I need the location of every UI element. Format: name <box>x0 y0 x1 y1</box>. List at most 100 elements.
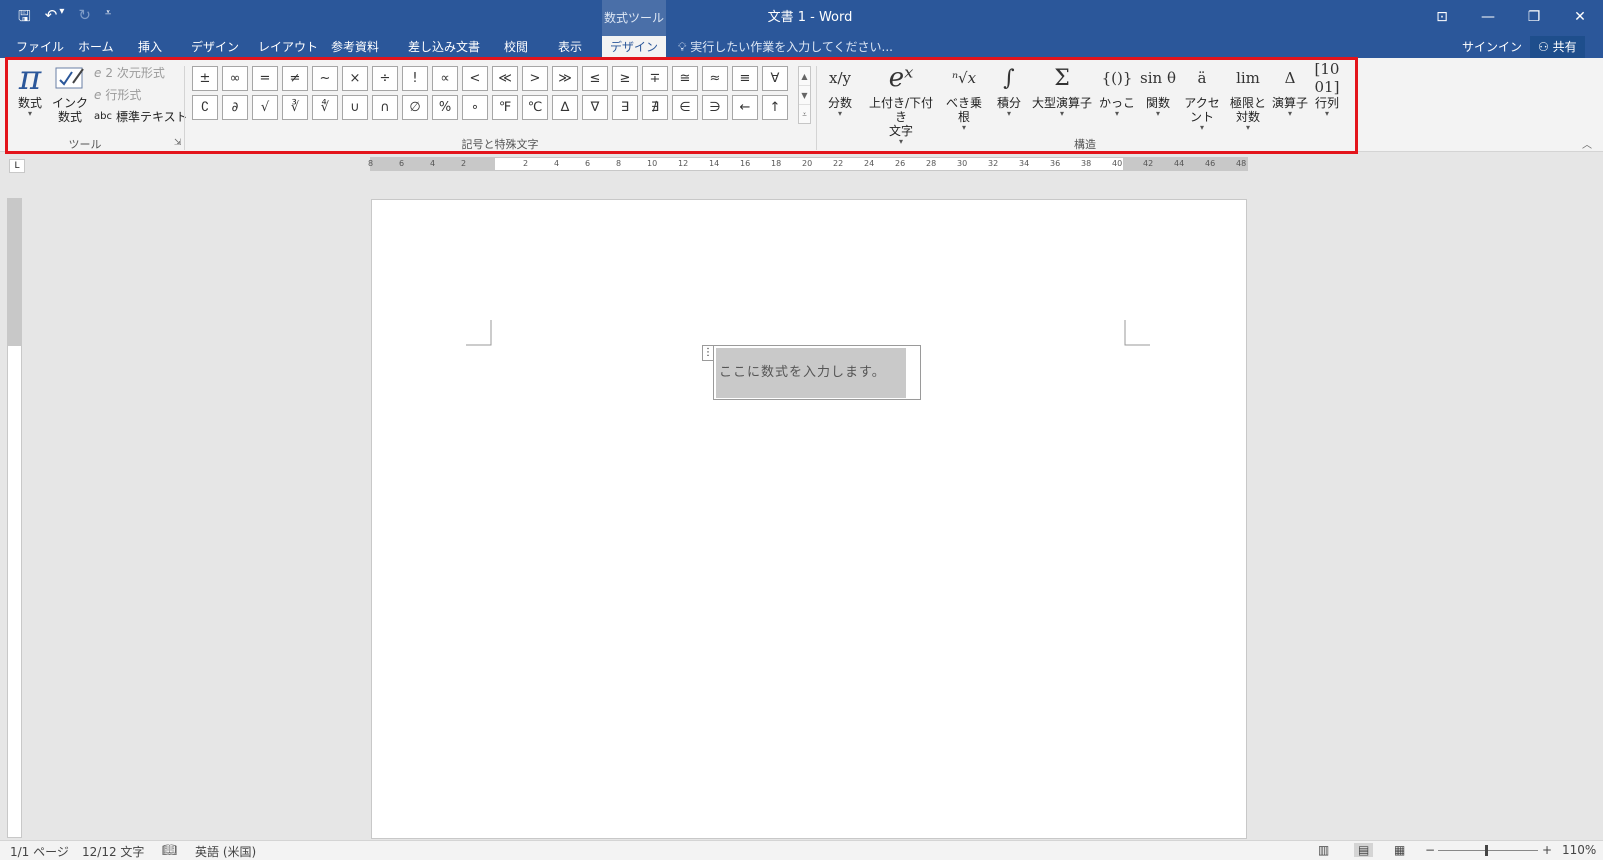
structure-button[interactable]: eˣ 上付き/下付き 文字 ▾ <box>863 60 939 146</box>
symbol-button[interactable]: ± <box>192 66 218 91</box>
gallery-up-icon[interactable]: ▲ <box>799 67 810 86</box>
zoom-level[interactable]: 110% <box>1562 843 1596 857</box>
symbol-button[interactable]: × <box>342 66 368 91</box>
equation-box[interactable]: ここに数式を入力します。 ▾ <box>713 345 921 400</box>
tab-review[interactable]: 校閲 <box>498 36 534 58</box>
symbol-button[interactable]: ∅ <box>402 95 428 120</box>
equation-placeholder[interactable]: ここに数式を入力します。 <box>716 348 906 398</box>
zoom-slider[interactable] <box>1438 850 1538 851</box>
undo-dropdown-icon[interactable]: ▾ <box>59 6 64 31</box>
vertical-ruler[interactable] <box>7 198 22 838</box>
structure-button[interactable]: Δ 演算子 ▾ <box>1272 60 1308 118</box>
symbol-button[interactable]: ∘ <box>462 95 488 120</box>
tab-selector[interactable]: L <box>9 159 25 173</box>
minimize-icon[interactable]: — <box>1465 0 1511 36</box>
professional-button[interactable]: e2 次元形式 <box>94 64 165 81</box>
structure-button[interactable]: {()} かっこ ▾ <box>1098 60 1136 118</box>
tell-me-search[interactable]: 💡︎ 実行したい作業を入力してください... <box>678 36 893 58</box>
symbol-button[interactable]: ! <box>402 66 428 91</box>
close-icon[interactable]: ✕ <box>1557 0 1603 36</box>
symbol-button[interactable]: ~ <box>312 66 338 91</box>
symbol-button[interactable]: ≠ <box>282 66 308 91</box>
restore-icon[interactable]: ❐ <box>1511 0 1557 36</box>
symbol-button[interactable]: ÷ <box>372 66 398 91</box>
symbol-button[interactable]: ∪ <box>342 95 368 120</box>
share-button[interactable]: ⚇ 共有 <box>1530 36 1585 58</box>
symbol-button[interactable]: % <box>432 95 458 120</box>
gallery-down-icon[interactable]: ▼ <box>799 86 810 105</box>
tab-design[interactable]: デザイン <box>185 36 245 58</box>
tab-view[interactable]: 表示 <box>552 36 588 58</box>
symbol-button[interactable]: ∛ <box>282 95 308 120</box>
symbol-button[interactable]: = <box>252 66 278 91</box>
signin-link[interactable]: サインイン <box>1462 36 1522 58</box>
symbol-button[interactable]: ↑ <box>762 95 788 120</box>
tab-file[interactable]: ファイル <box>10 36 70 58</box>
tab-references[interactable]: 参考資料 <box>325 36 385 58</box>
zoom-out-icon[interactable]: − <box>1425 843 1435 857</box>
tab-layout[interactable]: レイアウト <box>252 36 324 58</box>
word-count[interactable]: 12/12 文字 <box>82 843 144 860</box>
symbol-button[interactable]: ℉ <box>492 95 518 120</box>
structure-button[interactable]: ⁿ√x べき乗根 ▾ <box>941 60 987 132</box>
symbol-button[interactable]: ∄ <box>642 95 668 120</box>
symbol-button[interactable]: ∆ <box>552 95 578 120</box>
symbol-button[interactable]: ∞ <box>222 66 248 91</box>
equation-button[interactable]: π 数式 ▾ <box>12 58 48 118</box>
symbol-button[interactable]: ∜ <box>312 95 338 120</box>
redo-icon[interactable]: ↻ <box>78 6 91 31</box>
normal-text-button[interactable]: abc 標準テキスト <box>94 108 188 125</box>
customize-qat-icon[interactable]: ⩡ <box>105 6 111 31</box>
symbol-button[interactable]: ∁ <box>192 95 218 120</box>
symbol-button[interactable]: ∇ <box>582 95 608 120</box>
language[interactable]: 英語 (米国) <box>195 843 256 860</box>
structure-button[interactable]: sin θ 関数 ▾ <box>1140 60 1176 118</box>
symbol-button[interactable]: ← <box>732 95 758 120</box>
print-layout-icon[interactable]: ▤ <box>1354 843 1374 857</box>
symbol-button[interactable]: ℃ <box>522 95 548 120</box>
symbol-button[interactable]: √ <box>252 95 278 120</box>
tab-home[interactable]: ホーム <box>72 36 120 58</box>
symbol-button[interactable]: ∓ <box>642 66 668 91</box>
document-page[interactable] <box>371 199 1247 839</box>
symbol-button[interactable]: < <box>462 66 488 91</box>
ribbon-display-options-icon[interactable]: ⊡ <box>1419 0 1465 36</box>
web-layout-icon[interactable]: ▦ <box>1394 843 1405 857</box>
symbol-button[interactable]: ∝ <box>432 66 458 91</box>
dialog-launcher-icon[interactable]: ⇲ <box>174 138 182 148</box>
symbol-button[interactable]: ≥ <box>612 66 638 91</box>
page-count[interactable]: 1/1 ページ <box>10 843 69 860</box>
structure-button[interactable]: [10 01] 行列 ▾ <box>1312 60 1342 118</box>
linear-button[interactable]: e 行形式 <box>94 86 141 103</box>
symbol-button[interactable]: ∈ <box>672 95 698 120</box>
symbol-button[interactable]: ≪ <box>492 66 518 91</box>
symbol-button[interactable]: ∀ <box>762 66 788 91</box>
zoom-slider-thumb[interactable] <box>1485 845 1488 856</box>
tab-equation-design[interactable]: デザイン <box>602 36 666 58</box>
structure-button[interactable]: Σ 大型演算子 ▾ <box>1030 60 1094 118</box>
horizontal-ruler[interactable]: 8 6 4 2 2 4 6 8 10 12 14 16 18 20 22 24 26 28 30 32 34 36 38 40… <box>368 157 1248 171</box>
symbol-button[interactable]: ≫ <box>552 66 578 91</box>
symbol-button[interactable]: ≅ <box>672 66 698 91</box>
ink-equation-button[interactable]: インク 数式 <box>52 60 88 124</box>
gallery-scroll[interactable]: ▲ ▼ ⩡ <box>798 66 811 124</box>
collapse-ribbon-icon[interactable]: ︿ <box>1582 136 1592 151</box>
symbol-button[interactable]: ≡ <box>732 66 758 91</box>
read-mode-icon[interactable]: ▥ <box>1318 843 1329 857</box>
proofing-icon[interactable]: 📖︎ <box>162 843 177 857</box>
symbol-button[interactable]: ≤ <box>582 66 608 91</box>
zoom-in-icon[interactable]: + <box>1542 843 1552 857</box>
symbol-button[interactable]: > <box>522 66 548 91</box>
tab-insert[interactable]: 挿入 <box>132 36 168 58</box>
symbol-button[interactable]: ∂ <box>222 95 248 120</box>
undo-icon[interactable]: ↶ <box>45 6 58 31</box>
symbol-button[interactable]: ∃ <box>612 95 638 120</box>
symbol-button[interactable]: ∋ <box>702 95 728 120</box>
tab-mailings[interactable]: 差し込み文書 <box>402 36 486 58</box>
save-icon[interactable]: 🖫 <box>18 6 31 31</box>
structure-button[interactable]: lim 極限と 対数 ▾ <box>1228 60 1268 132</box>
structure-button[interactable]: ∫ 積分 ▾ <box>992 60 1026 118</box>
symbol-button[interactable]: ≈ <box>702 66 728 91</box>
structure-button[interactable]: x/y 分数 ▾ <box>825 60 855 118</box>
symbol-button[interactable]: ∩ <box>372 95 398 120</box>
